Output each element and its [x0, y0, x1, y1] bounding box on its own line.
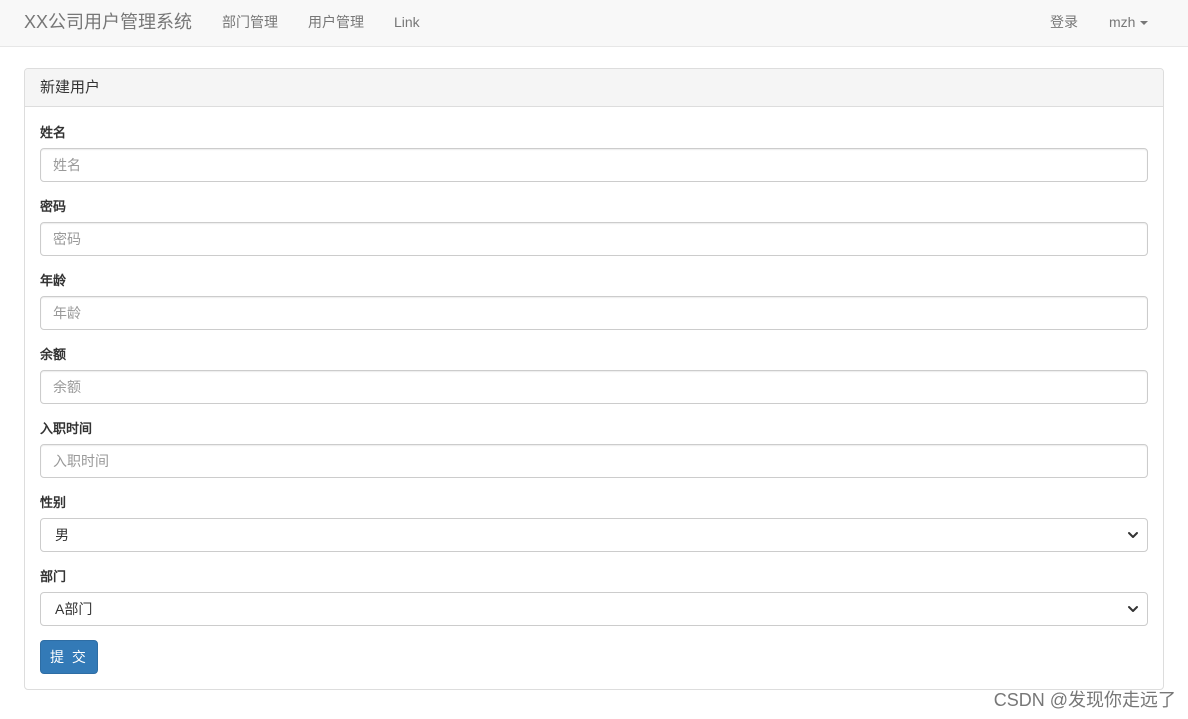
department-select[interactable]: A部门 — [40, 592, 1148, 626]
new-user-panel: 新建用户 姓名 密码 年龄 余额 入职时间 性别 男 部门 A部门 提 交 — [24, 68, 1164, 690]
nav-link-user[interactable]: 用户管理 — [308, 13, 364, 31]
age-input[interactable] — [40, 296, 1148, 330]
department-label: 部门 — [40, 569, 67, 584]
gender-select[interactable]: 男 — [40, 518, 1148, 552]
age-label: 年龄 — [40, 273, 67, 288]
nav-link-department[interactable]: 部门管理 — [222, 13, 278, 31]
hire-date-label: 入职时间 — [40, 421, 93, 436]
chevron-down-icon — [1128, 532, 1138, 538]
department-selected-value: A部门 — [55, 601, 93, 617]
user-dropdown[interactable]: mzh — [1109, 13, 1149, 31]
watermark: CSDN @发现你走远了 — [993, 690, 1176, 710]
password-input[interactable] — [40, 222, 1148, 256]
caret-down-icon — [1140, 21, 1149, 26]
submit-button[interactable]: 提 交 — [40, 640, 98, 674]
user-name: mzh — [1109, 14, 1136, 30]
panel-title: 新建用户 — [25, 69, 1163, 107]
navbar: XX公司用户管理系统 部门管理 用户管理 Link 登录 mzh — [0, 0, 1188, 47]
balance-input[interactable] — [40, 370, 1148, 404]
login-link[interactable]: 登录 — [1050, 13, 1078, 31]
password-label: 密码 — [40, 199, 67, 214]
gender-label: 性别 — [40, 495, 67, 510]
brand-title[interactable]: XX公司用户管理系统 — [24, 10, 192, 34]
name-label: 姓名 — [40, 125, 67, 140]
name-input[interactable] — [40, 148, 1148, 182]
chevron-down-icon — [1128, 606, 1138, 612]
gender-selected-value: 男 — [55, 527, 69, 543]
hire-date-input[interactable] — [40, 444, 1148, 478]
nav-link-link[interactable]: Link — [394, 13, 420, 31]
balance-label: 余额 — [40, 347, 67, 362]
